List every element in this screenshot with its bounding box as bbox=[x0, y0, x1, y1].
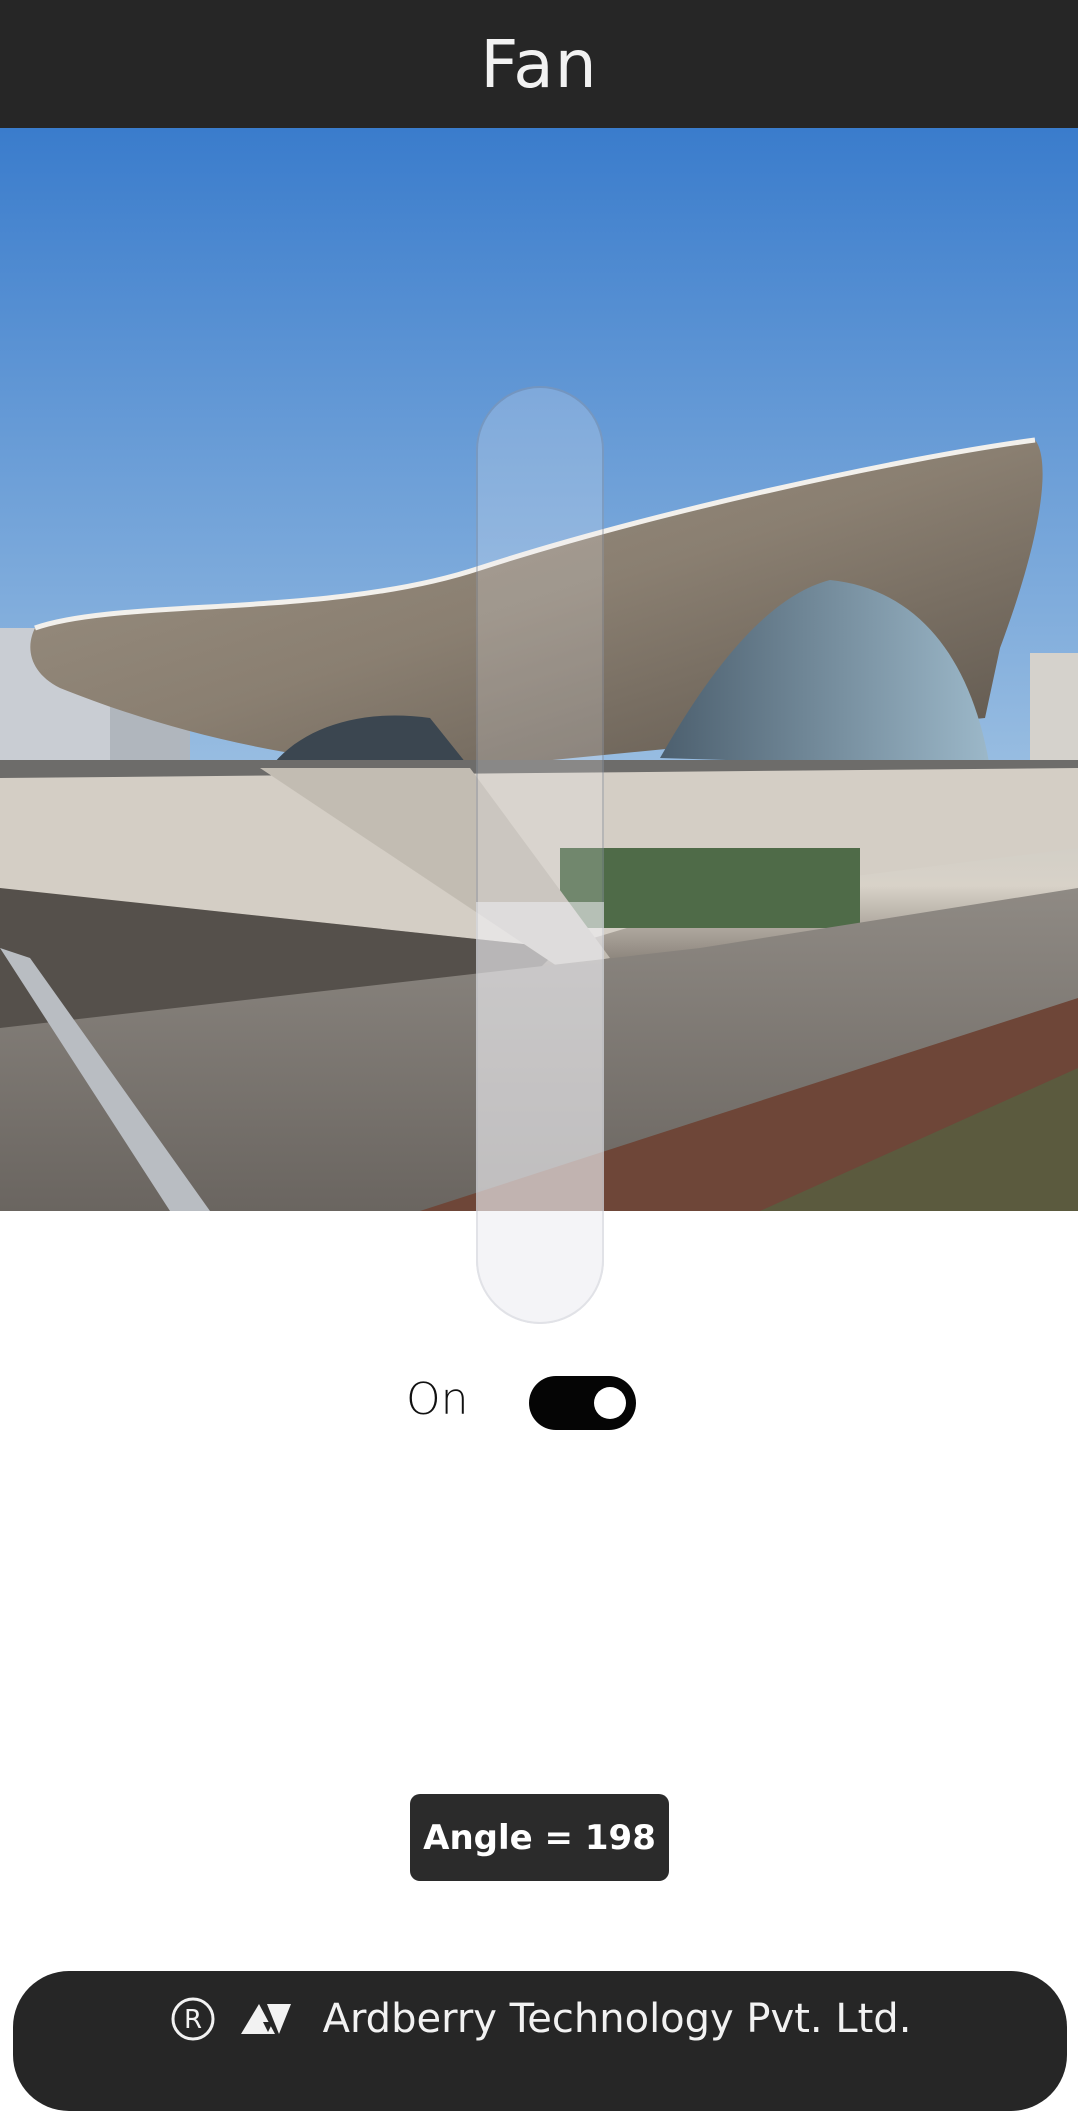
registered-trademark-icon: R bbox=[169, 1995, 217, 2043]
page-title: Fan bbox=[480, 25, 598, 103]
svg-text:R: R bbox=[184, 2005, 202, 2035]
slider-fill bbox=[476, 901, 604, 1324]
footer-content: R Ardberry Technology Pvt. Ltd. bbox=[13, 1971, 1067, 2067]
company-name: Ardberry Technology Pvt. Ltd. bbox=[322, 1996, 912, 2042]
footer-bar: R Ardberry Technology Pvt. Ltd. bbox=[13, 1971, 1067, 2111]
toggle-knob bbox=[594, 1387, 626, 1419]
angle-badge: Angle = 198 bbox=[410, 1794, 669, 1881]
power-toggle-row: On bbox=[0, 1370, 1078, 1440]
toggle-label: On bbox=[406, 1374, 469, 1425]
company-logo-icon bbox=[239, 2002, 293, 2036]
app-header: Fan bbox=[0, 0, 1078, 128]
power-toggle[interactable] bbox=[529, 1376, 636, 1430]
brightness-slider[interactable] bbox=[476, 386, 604, 1324]
